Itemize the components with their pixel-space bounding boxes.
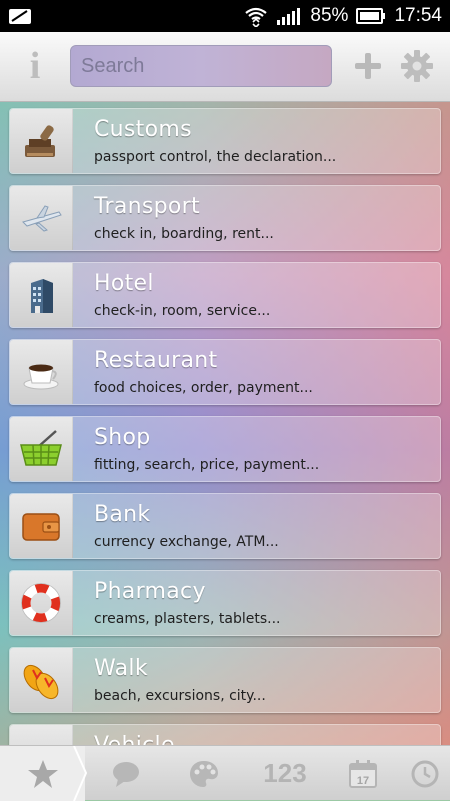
coffee-cup-icon	[23, 364, 59, 390]
category-subtitle: creams, plasters, tablets...	[94, 611, 281, 627]
gear-icon	[401, 50, 433, 82]
search-box[interactable]	[70, 45, 332, 87]
palette-icon	[190, 760, 218, 787]
category-shop[interactable]: Shop fitting, search, price, payment...	[9, 416, 441, 482]
category-icon-box	[10, 109, 73, 173]
category-title: Walk	[94, 656, 148, 681]
category-subtitle: fitting, search, price, payment...	[94, 457, 320, 473]
notification-icon	[8, 6, 34, 26]
tab-separator	[73, 746, 88, 801]
category-customs[interactable]: Customs passport control, the declaratio…	[9, 108, 441, 174]
category-transport[interactable]: Transport check in, boarding, rent...	[9, 185, 441, 251]
colors-tab[interactable]	[168, 746, 240, 801]
bottom-tab-bar: 123 17	[0, 745, 450, 801]
category-restaurant[interactable]: Restaurant food choices, order, payment.…	[9, 339, 441, 405]
category-subtitle: check-in, room, service...	[94, 303, 271, 319]
calendar-day: 17	[357, 775, 369, 787]
category-icon-box	[10, 417, 73, 481]
speech-bubble-icon	[113, 761, 139, 787]
category-title: Hotel	[94, 271, 154, 296]
clock-time: 17:54	[394, 5, 442, 26]
category-icon-box	[10, 571, 73, 635]
battery-icon	[356, 7, 386, 25]
time-tab[interactable]	[410, 746, 450, 801]
phrases-tab[interactable]	[90, 746, 162, 801]
category-title: Restaurant	[94, 348, 218, 373]
category-subtitle: food choices, order, payment...	[94, 380, 313, 396]
settings-button[interactable]	[399, 48, 435, 84]
building-icon	[31, 279, 53, 313]
plus-icon	[355, 53, 381, 79]
calendar-tab[interactable]: 17	[328, 746, 398, 801]
stamp-icon	[25, 125, 55, 157]
category-subtitle: passport control, the declaration...	[94, 149, 337, 165]
add-button[interactable]	[350, 48, 386, 84]
calendar-icon: 17	[349, 759, 377, 788]
shopping-basket-icon	[20, 430, 62, 466]
category-bank[interactable]: Bank currency exchange, ATM...	[9, 493, 441, 559]
category-icon-box	[10, 340, 73, 404]
category-subtitle: check in, boarding, rent...	[94, 226, 274, 242]
category-icon-box	[10, 648, 73, 712]
signal-icon	[276, 6, 302, 26]
category-title: Shop	[94, 425, 151, 450]
category-title: Bank	[94, 502, 151, 527]
category-subtitle: currency exchange, ATM...	[94, 534, 279, 550]
top-bar: i	[0, 32, 450, 102]
numbers-tab[interactable]: 123	[246, 746, 324, 801]
numbers-icon: 123	[263, 758, 307, 788]
star-icon	[27, 759, 58, 788]
category-icon-box	[10, 263, 73, 327]
wifi-icon	[244, 5, 268, 27]
clock-icon	[411, 760, 439, 787]
status-bar: 85% 17:54	[0, 0, 450, 32]
wallet-icon	[22, 513, 60, 541]
lifebuoy-icon	[21, 583, 61, 623]
category-title: Transport	[94, 194, 200, 219]
category-hotel[interactable]: Hotel check-in, room, service...	[9, 262, 441, 328]
category-title: Pharmacy	[94, 579, 206, 604]
flip-flops-icon	[23, 664, 59, 700]
category-subtitle: beach, excursions, city...	[94, 688, 266, 704]
category-icon-box	[10, 186, 73, 250]
category-title: Customs	[94, 117, 192, 142]
category-walk[interactable]: Walk beach, excursions, city...	[9, 647, 441, 713]
info-icon: i	[29, 45, 41, 87]
airplane-icon	[22, 205, 62, 232]
battery-percent: 85%	[310, 5, 349, 26]
search-input[interactable]	[79, 53, 323, 79]
category-icon-box	[10, 494, 73, 558]
info-button[interactable]: i	[20, 45, 50, 87]
category-pharmacy[interactable]: Pharmacy creams, plasters, tablets...	[9, 570, 441, 636]
